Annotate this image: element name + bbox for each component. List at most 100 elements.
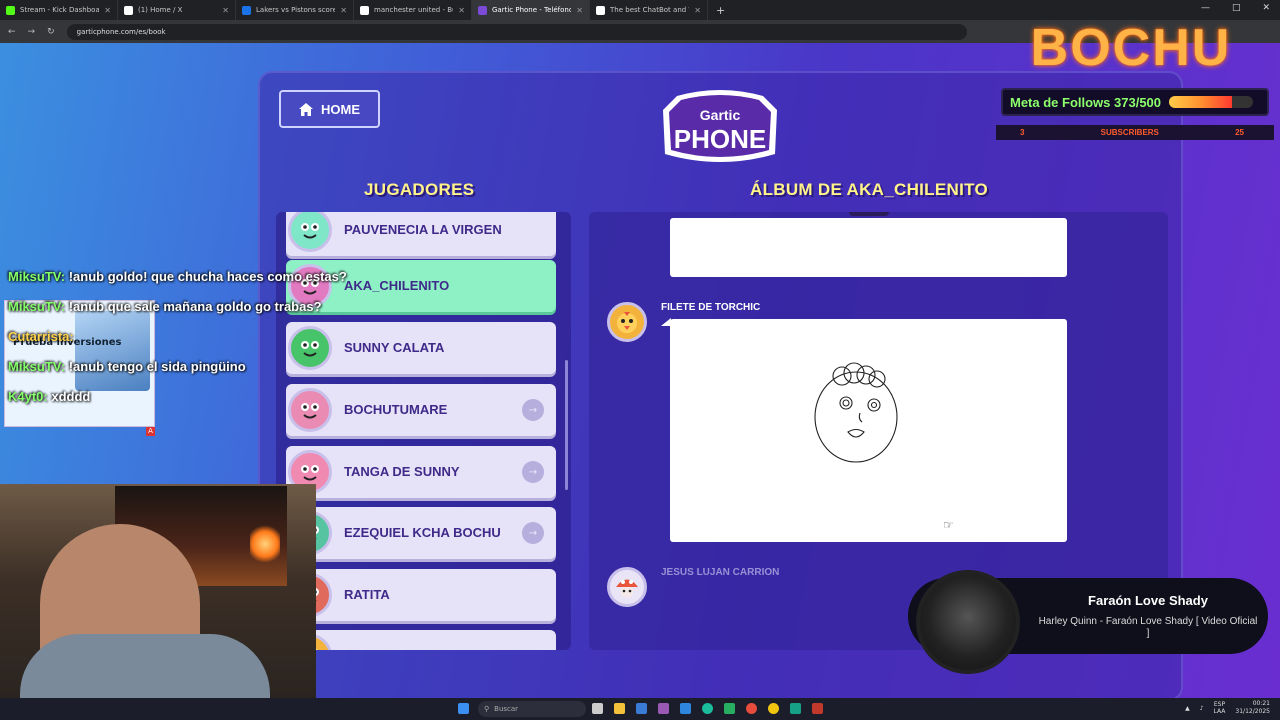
start-icon[interactable] (458, 703, 469, 714)
new-tab-button[interactable]: + (716, 4, 725, 17)
chat-text: !anub goldo! que chucha haces como estas… (68, 269, 347, 284)
player-row[interactable]: EZEQUIEL KCHA BOCHU → (286, 507, 556, 559)
subs-current: 3 (1020, 128, 1025, 137)
brand-text: BOCHU (1030, 19, 1232, 77)
author-name: FILETE DE TORCHIC (661, 302, 761, 313)
player-row[interactable]: TANGA DE SUNNY → (286, 446, 556, 498)
app-icon-3[interactable] (724, 703, 735, 714)
face-drawing (814, 362, 898, 463)
subs-label: SUBSCRIBERS (1100, 128, 1159, 137)
music-info: Faraón Love Shady Harley Quinn - Faraón … (1036, 593, 1260, 640)
maximize-icon[interactable]: □ (1232, 3, 1241, 13)
system-tray: ▲ ♪ ESP LAA 00:21 31/12/2025 (1185, 700, 1270, 716)
taskbar-search-placeholder: Buscar (494, 705, 519, 713)
kick-player-icon[interactable]: → (522, 399, 544, 421)
taskbar-search[interactable]: ⚲ Buscar (478, 701, 586, 717)
browser-tab[interactable]: manchester united - Buscar con ✕ (354, 0, 472, 20)
previous-drawing-edge (849, 212, 889, 216)
volume-icon[interactable]: ♪ (1200, 705, 1204, 712)
tab-close-icon[interactable]: ✕ (458, 6, 465, 15)
app-icon-2[interactable] (680, 703, 691, 714)
edge-icon[interactable] (702, 703, 713, 714)
tab-close-icon[interactable]: ✕ (576, 6, 583, 15)
author-avatar-2 (607, 567, 647, 607)
clock-date: 31/12/2025 (1235, 708, 1270, 715)
players-scrollbar[interactable] (565, 360, 568, 490)
kick-player-icon[interactable]: → (522, 522, 544, 544)
browser-tab-bar: Stream - Kick Dashboard ✕ (1) Home / X ✕ Lak… (0, 0, 1280, 20)
language-indicator[interactable]: ESP LAA (1214, 701, 1226, 715)
gartic-phone-logo: Gartic PHONE (663, 90, 777, 162)
tab-title: (1) Home / X (138, 6, 183, 14)
player-row[interactable]: BOCHUTUMARE → (286, 384, 556, 436)
home-button[interactable]: HOME (279, 90, 380, 128)
chat-text: xdddd (51, 389, 91, 404)
chat-username: K4yt0: (8, 389, 48, 404)
player-row[interactable]: PAUVENECIA LA VIRGEN (286, 212, 556, 256)
logo-bottom-text: PHONE (674, 124, 766, 154)
stream-chat-overlay: MiksuTV: !anub goldo! que chucha haces c… (8, 266, 347, 416)
clock[interactable]: 00:21 31/12/2025 (1235, 700, 1270, 716)
tab-favicon-icon (596, 5, 605, 15)
player-name: FILETE DE TORCHIC (344, 648, 556, 650)
tab-close-icon[interactable]: ✕ (694, 6, 701, 15)
player-name: RATITA (344, 587, 390, 602)
wifi-icon[interactable]: ▲ (1185, 705, 1190, 712)
back-icon[interactable]: ← (8, 27, 16, 37)
browser-tab[interactable]: (1) Home / X ✕ (118, 0, 236, 20)
chat-message: MiksuTV: !anub tengo el sida pingüino (8, 356, 308, 386)
browser-tab[interactable]: Stream - Kick Dashboard ✕ (0, 0, 118, 20)
app-icon-1[interactable] (658, 703, 669, 714)
store-icon[interactable] (636, 703, 647, 714)
album-title: ÁLBUM DE AKA_CHILENITO (750, 180, 988, 199)
url-field[interactable]: garticphone.com/es/book (66, 23, 967, 40)
player-name: PAUVENECIA LA VIRGEN (344, 222, 502, 237)
tab-close-icon[interactable]: ✕ (222, 6, 229, 15)
author-avatar (607, 302, 647, 342)
chrome-icon-2[interactable] (768, 703, 779, 714)
webcam-feed (0, 484, 316, 698)
chat-message: MiksuTV: !anub que sale mañana goldo go … (8, 296, 322, 326)
bochu-brand-logo: BOCHU (1000, 19, 1262, 77)
chat-message: Cutarrista: (8, 326, 308, 356)
forward-icon[interactable]: → (28, 27, 36, 37)
browser-tab[interactable]: Lakers vs Pistons scores & pred ✕ (236, 0, 354, 20)
player-name: BOCHUTUMARE (344, 402, 448, 417)
reload-icon[interactable]: ↻ (47, 27, 55, 37)
file-explorer-icon[interactable] (614, 703, 625, 714)
tab-title: The best ChatBot and Widg (610, 6, 689, 14)
player-name: EZEQUIEL KCHA BOCHU (344, 525, 501, 540)
browser-tab[interactable]: Gartic Phone - Teléfono Descon ✕ (472, 0, 590, 20)
tab-close-icon[interactable]: ✕ (104, 6, 111, 15)
player-row[interactable]: SUNNY CALATA (286, 322, 556, 374)
tab-favicon-icon (124, 5, 133, 15)
tab-close-icon[interactable]: ✕ (340, 6, 347, 15)
task-view-icon[interactable] (592, 703, 603, 714)
streamer-shirt (20, 634, 270, 698)
browser-tab[interactable]: The best ChatBot and Widg ✕ (590, 0, 708, 20)
player-row[interactable]: FILETE DE TORCHIC (286, 630, 556, 650)
player-name: SUNNY CALATA (344, 340, 445, 355)
close-window-icon[interactable]: ✕ (1262, 3, 1270, 13)
kick-player-icon[interactable]: → (522, 461, 544, 483)
tab-title: Stream - Kick Dashboard (20, 6, 100, 14)
logo-top-text: Gartic (700, 107, 741, 123)
chat-message: MiksuTV: !anub goldo! que chucha haces c… (8, 266, 347, 296)
home-label: HOME (321, 101, 360, 117)
url-text: garticphone.com/es/book (76, 27, 166, 36)
chat-username: MiksuTV: (8, 269, 66, 284)
minimize-icon[interactable]: — (1201, 3, 1210, 13)
app-icon-5[interactable] (812, 703, 823, 714)
tab-title: Gartic Phone - Teléfono Descon (492, 6, 572, 14)
tab-title: manchester united - Buscar con (374, 6, 453, 14)
tab-favicon-icon (242, 5, 251, 15)
player-name: TANGA DE SUNNY (344, 464, 460, 479)
chat-username: MiksuTV: (8, 299, 66, 314)
app-icon-4[interactable] (790, 703, 801, 714)
player-row[interactable]: RATITA (286, 569, 556, 621)
player-row[interactable]: AKA_CHILENITO (286, 260, 556, 312)
chrome-icon[interactable] (746, 703, 757, 714)
now-playing-widget: Faraón Love Shady Harley Quinn - Faraón … (908, 570, 1268, 674)
subscribers-bar: 3 SUBSCRIBERS 25 (996, 125, 1274, 140)
follows-progress-fill (1169, 96, 1232, 108)
